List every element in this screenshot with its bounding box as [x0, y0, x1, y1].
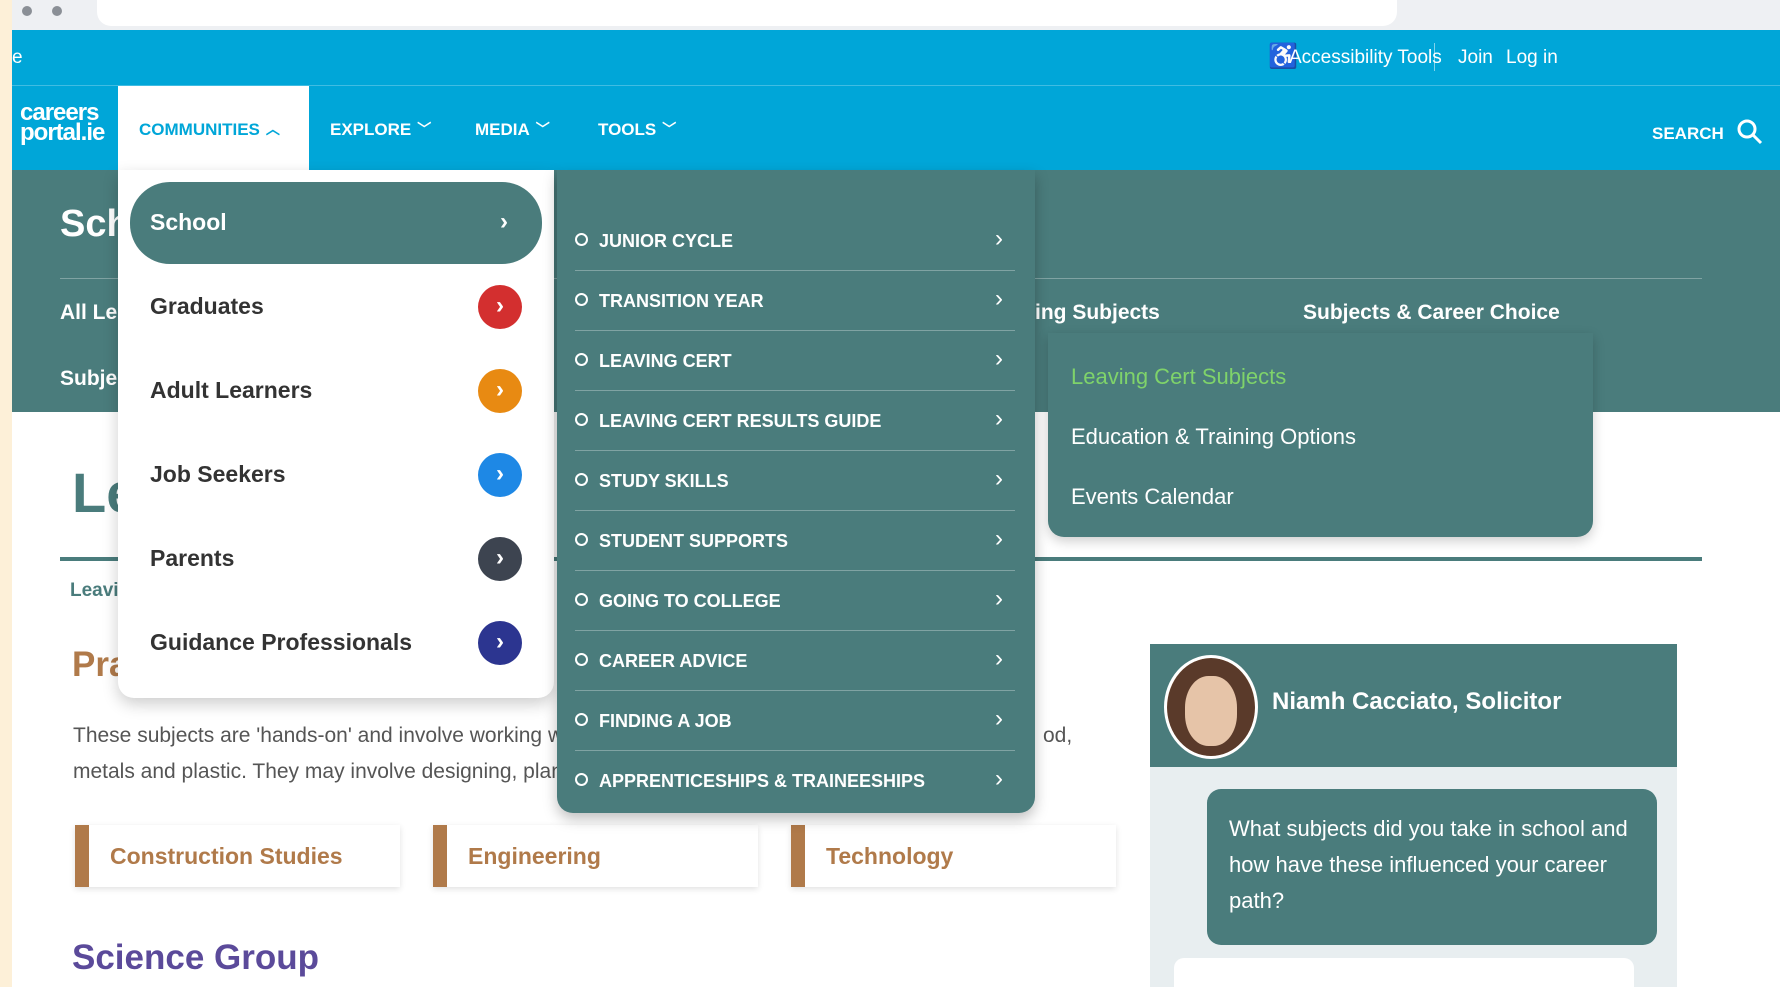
divider — [1434, 43, 1435, 71]
banner-link-subjects[interactable]: Subje — [60, 367, 117, 391]
subjects-flyout: Leaving Cert Subjects Education & Traini… — [1048, 333, 1593, 537]
chevron-right-icon: › — [995, 525, 1003, 552]
flyout-events-calendar[interactable]: Events Calendar — [1071, 484, 1234, 510]
profile-name[interactable]: Niamh Cacciato, Solicitor — [1272, 688, 1561, 716]
card-accent — [75, 825, 89, 887]
chevron-right-icon: › — [995, 465, 1003, 492]
school-item-junior-cycle[interactable]: JUNIOR CYCLE › — [575, 211, 1015, 271]
chevron-right-icon: › — [478, 621, 522, 665]
community-item-school[interactable]: School › — [130, 182, 542, 264]
accessibility-tools-link[interactable]: Accessibility Tools — [1289, 47, 1442, 69]
flyout-leaving-cert-subjects[interactable]: Leaving Cert Subjects — [1071, 364, 1286, 390]
back-icon[interactable] — [22, 6, 32, 16]
breadcrumb[interactable]: Leavi — [70, 580, 119, 602]
community-item-parents[interactable]: Parents › — [130, 518, 542, 600]
login-link[interactable]: Log in — [1506, 47, 1558, 69]
circle-bullet-icon — [575, 473, 588, 486]
nav-communities[interactable]: COMMUNITIES ︿ — [139, 119, 280, 140]
search-button[interactable]: SEARCH — [1652, 119, 1763, 145]
circle-bullet-icon — [575, 293, 588, 306]
communities-dropdown: School › Graduates › Adult Learners › Jo… — [118, 170, 554, 698]
utility-bar: e ♿ Accessibility Tools Join Log in — [12, 30, 1780, 85]
chevron-up-icon: ︿ — [265, 121, 280, 137]
chevron-right-icon: › — [995, 585, 1003, 612]
circle-bullet-icon — [575, 653, 588, 666]
answer-panel — [1174, 958, 1634, 987]
question-text: What subjects did you take in school and… — [1229, 816, 1628, 913]
chevron-right-icon: › — [995, 705, 1003, 732]
school-item-apprenticeships[interactable]: APPRENTICESHIPS & TRAINEESHIPS › — [575, 751, 1015, 810]
community-item-guidance[interactable]: Guidance Professionals › — [130, 602, 542, 684]
chevron-right-icon: › — [478, 285, 522, 329]
avatar — [1164, 655, 1258, 759]
chevron-right-icon: › — [478, 537, 522, 581]
community-item-graduates[interactable]: Graduates › — [130, 266, 542, 348]
banner-link-career-choice[interactable]: Subjects & Career Choice — [1303, 301, 1560, 325]
nav-explore[interactable]: EXPLORE ﹀ — [330, 119, 431, 140]
chevron-down-icon: ﹀ — [535, 121, 550, 137]
school-submenu: JUNIOR CYCLE › TRANSITION YEAR › LEAVING… — [557, 170, 1035, 813]
chevron-right-icon: › — [995, 645, 1003, 672]
chevron-right-icon: › — [995, 405, 1003, 432]
avatar-face — [1185, 676, 1237, 746]
circle-bullet-icon — [575, 713, 588, 726]
circle-bullet-icon — [575, 233, 588, 246]
reload-icon[interactable] — [52, 6, 62, 16]
chevron-right-icon: › — [500, 208, 508, 235]
subject-card-technology[interactable]: Technology — [791, 825, 1116, 887]
chevron-down-icon: ﹀ — [417, 121, 432, 137]
science-group-heading: Science Group — [72, 938, 320, 977]
community-item-adult-learners[interactable]: Adult Learners › — [130, 350, 542, 432]
chevron-right-icon: › — [995, 765, 1003, 792]
address-bar[interactable] — [97, 0, 1397, 26]
chevron-right-icon: › — [478, 369, 522, 413]
nav-tools[interactable]: TOOLS ﹀ — [598, 119, 676, 140]
search-icon — [1737, 119, 1762, 145]
banner-link-all[interactable]: All Le — [60, 301, 117, 325]
school-item-results-guide[interactable]: LEAVING CERT RESULTS GUIDE › — [575, 391, 1015, 451]
chevron-right-icon: › — [995, 285, 1003, 312]
chevron-down-icon: ﹀ — [662, 121, 677, 137]
school-item-transition-year[interactable]: TRANSITION YEAR › — [575, 271, 1015, 331]
browser-chrome — [12, 0, 1780, 30]
community-item-job-seekers[interactable]: Job Seekers › — [130, 434, 542, 516]
school-item-study-skills[interactable]: STUDY SKILLS › — [575, 451, 1015, 511]
circle-bullet-icon — [575, 413, 588, 426]
circle-bullet-icon — [575, 773, 588, 786]
banner-link-choosing-subjects[interactable]: ing Subjects — [1035, 301, 1160, 325]
card-accent — [791, 825, 805, 887]
card-accent — [433, 825, 447, 887]
school-item-finding-a-job[interactable]: FINDING A JOB › — [575, 691, 1015, 751]
circle-bullet-icon — [575, 593, 588, 606]
join-link[interactable]: Join — [1458, 47, 1493, 69]
flyout-education-training[interactable]: Education & Training Options — [1071, 424, 1356, 450]
school-item-going-to-college[interactable]: GOING TO COLLEGE › — [575, 571, 1015, 631]
subject-card-construction[interactable]: Construction Studies — [75, 825, 400, 887]
chevron-right-icon: › — [995, 225, 1003, 252]
question-bubble: What subjects did you take in school and… — [1207, 789, 1657, 945]
chevron-right-icon: › — [478, 453, 522, 497]
subject-card-engineering[interactable]: Engineering — [433, 825, 758, 887]
topbar-fragment: e — [12, 47, 23, 68]
circle-bullet-icon — [575, 353, 588, 366]
browser-viewport: e ♿ Accessibility Tools Join Log in care… — [12, 0, 1780, 987]
nav-media[interactable]: MEDIA ﹀ — [475, 119, 550, 140]
school-item-leaving-cert[interactable]: LEAVING CERT › — [575, 331, 1015, 391]
careersportal-logo[interactable]: careers portal.ie — [20, 101, 105, 145]
chevron-right-icon: › — [995, 345, 1003, 372]
school-item-student-supports[interactable]: STUDENT SUPPORTS › — [575, 511, 1015, 571]
school-item-career-advice[interactable]: CAREER ADVICE › — [575, 631, 1015, 691]
circle-bullet-icon — [575, 533, 588, 546]
